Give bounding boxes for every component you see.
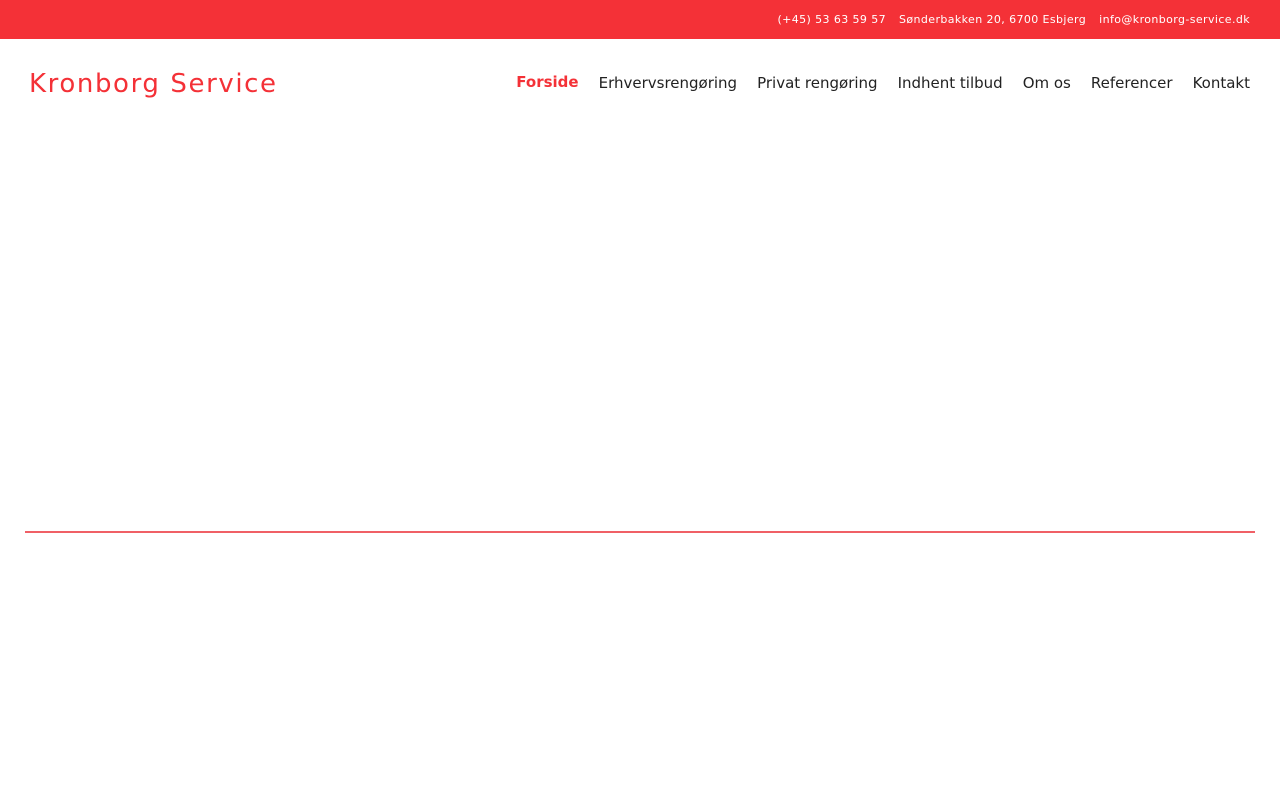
main-nav: Forside Erhvervsrengøring Privat rengøri… (516, 72, 1250, 94)
nav-item-erhvervsrengoring[interactable]: Erhvervsrengøring (599, 72, 738, 94)
nav-item-referencer[interactable]: Referencer (1091, 72, 1173, 94)
email-link[interactable]: info@kronborg-service.dk (1099, 13, 1250, 26)
nav-item-privat-rengoring[interactable]: Privat rengøring (757, 72, 877, 94)
section-divider (25, 531, 1255, 533)
nav-item-om-os[interactable]: Om os (1023, 72, 1071, 94)
top-contact-bar: (+45) 53 63 59 57 Sønderbakken 20, 6700 … (0, 0, 1280, 39)
hero-area (0, 129, 1280, 529)
site-header: Kronborg Service Forside Erhvervsrengøri… (0, 39, 1280, 129)
phone-link[interactable]: (+45) 53 63 59 57 (777, 13, 886, 26)
address-link[interactable]: Sønderbakken 20, 6700 Esbjerg (899, 13, 1086, 26)
nav-item-indhent-tilbud[interactable]: Indhent tilbud (898, 72, 1003, 94)
nav-item-forside[interactable]: Forside (516, 71, 578, 93)
logo[interactable]: Kronborg Service (29, 68, 278, 100)
nav-item-kontakt[interactable]: Kontakt (1193, 72, 1250, 94)
